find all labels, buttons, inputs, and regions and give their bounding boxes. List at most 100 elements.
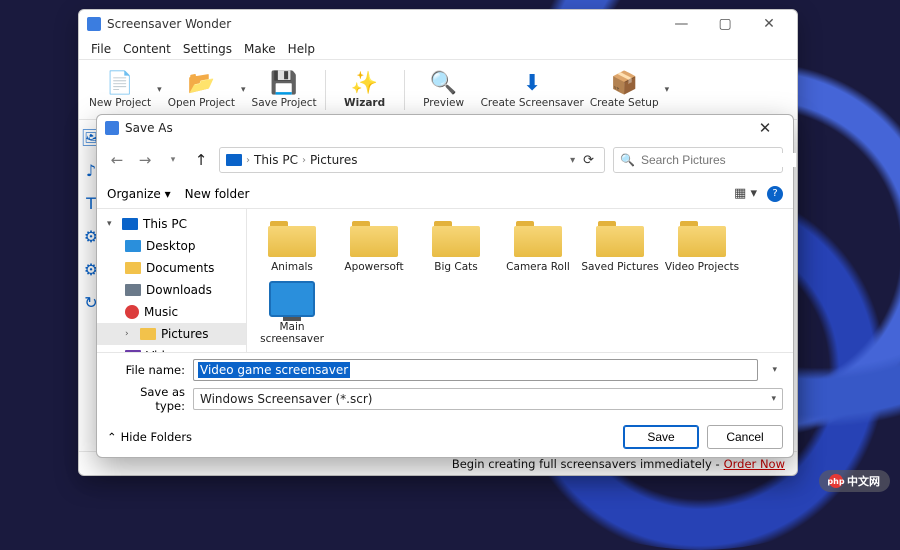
close-button[interactable]: ✕ (749, 16, 789, 32)
savetype-label: Save as type: (107, 385, 185, 413)
cancel-button[interactable]: Cancel (707, 425, 783, 449)
menu-content[interactable]: Content (119, 42, 175, 56)
create-screensaver-icon: ⬇ (523, 71, 541, 97)
folder-video-projects[interactable]: Video Projects (661, 219, 743, 273)
screensaver-icon (269, 281, 315, 317)
file-main-screensaver[interactable]: Main screensaver (251, 281, 333, 345)
save-project-label: Save Project (252, 97, 317, 109)
savetype-select[interactable]: Windows Screensaver (*.scr) ▾ (193, 388, 783, 410)
chevron-down-icon[interactable]: ▾ (241, 85, 246, 95)
wizard-icon: ✨ (351, 71, 378, 97)
create-setup-button[interactable]: 📦 Create Setup (590, 64, 659, 116)
save-button[interactable]: Save (623, 425, 699, 449)
view-options-button[interactable]: ▦ ▾ (734, 186, 757, 201)
menu-settings[interactable]: Settings (179, 42, 236, 56)
music-icon (125, 305, 139, 319)
savetype-value: Windows Screensaver (*.scr) (200, 392, 372, 406)
create-setup-label: Create Setup (590, 97, 659, 109)
chevron-down-icon[interactable]: ▾ (157, 85, 162, 95)
menu-file[interactable]: File (87, 42, 115, 56)
separator (404, 70, 405, 110)
watermark-text: 中文网 (847, 473, 880, 489)
folder-icon (350, 219, 398, 257)
sidebar-text-icon[interactable]: T (86, 194, 96, 213)
refresh-button[interactable]: ⟳ (579, 153, 598, 168)
desktop-icon (125, 240, 141, 252)
folder-apowersoft[interactable]: Apowersoft (333, 219, 415, 273)
chevron-down-icon[interactable]: ▾ (570, 155, 575, 166)
create-screensaver-label: Create Screensaver (481, 97, 584, 109)
nav-back-button[interactable]: ← (107, 150, 127, 170)
folder-saved-pictures[interactable]: Saved Pictures (579, 219, 661, 273)
filename-input[interactable]: Video game screensaver (193, 359, 758, 381)
wizard-button[interactable]: ✨ Wizard (334, 64, 396, 116)
help-button[interactable]: ? (767, 186, 783, 202)
tree-desktop[interactable]: Desktop (97, 235, 246, 257)
folder-icon (432, 219, 480, 257)
tree-documents[interactable]: Documents (97, 257, 246, 279)
chevron-right-icon: › (246, 155, 250, 166)
breadcrumb-pictures[interactable]: Pictures (310, 153, 358, 167)
new-project-label: New Project (89, 97, 151, 109)
breadcrumb[interactable]: › This PC › Pictures ▾ ⟳ (219, 147, 605, 173)
menu-make[interactable]: Make (240, 42, 280, 56)
folder-tree: ▾ This PC Desktop Documents Downloads Mu… (97, 209, 247, 352)
chevron-up-icon: ⌃ (107, 430, 117, 444)
pc-icon (226, 154, 242, 166)
nav-forward-button[interactable]: → (135, 150, 155, 170)
dialog-close-button[interactable]: ✕ (745, 119, 785, 137)
chevron-down-icon[interactable]: ▾ (665, 85, 670, 95)
app-icon (87, 17, 101, 31)
breadcrumb-this-pc[interactable]: This PC (254, 153, 298, 167)
folder-animals[interactable]: Animals (251, 219, 333, 273)
create-screensaver-button[interactable]: ⬇ Create Screensaver (481, 64, 584, 116)
folder-camera-roll[interactable]: Camera Roll (497, 219, 579, 273)
chevron-down-icon[interactable]: ▾ (766, 365, 783, 375)
chevron-down-icon: ▾ (771, 394, 776, 404)
save-project-icon: 💾 (270, 71, 297, 97)
dialog-navbar: ← → ▾ ↑ › This PC › Pictures ▾ ⟳ 🔍 (97, 141, 793, 179)
separator (325, 70, 326, 110)
organize-button[interactable]: Organize ▾ (107, 187, 171, 201)
new-folder-button[interactable]: New folder (185, 187, 250, 201)
filename-label: File name: (107, 363, 185, 377)
folder-icon (678, 219, 726, 257)
sidebar-music-icon[interactable]: ♪ (86, 161, 96, 180)
chevron-down-icon[interactable]: ▾ (107, 219, 117, 229)
tree-pictures[interactable]: › Pictures (97, 323, 246, 345)
tree-downloads[interactable]: Downloads (97, 279, 246, 301)
open-project-button[interactable]: 📂 Open Project (168, 64, 235, 116)
search-box[interactable]: 🔍 (613, 147, 783, 173)
open-project-icon: 📂 (188, 71, 215, 97)
dialog-toolbar: Organize ▾ New folder ▦ ▾ ? (97, 179, 793, 209)
minimize-button[interactable]: — (661, 16, 701, 32)
pc-icon (122, 218, 138, 230)
search-icon: 🔍 (620, 153, 635, 167)
folder-icon (514, 219, 562, 257)
nav-up-button[interactable]: ↑ (191, 150, 211, 170)
folder-icon (125, 262, 141, 274)
chevron-right-icon[interactable]: › (125, 329, 135, 339)
dialog-actions: ⌃ Hide Folders Save Cancel (97, 419, 793, 457)
app-title: Screensaver Wonder (107, 17, 231, 31)
folder-big-cats[interactable]: Big Cats (415, 219, 497, 273)
tree-videos[interactable]: Videos (97, 345, 246, 352)
php-logo-icon: php (829, 474, 843, 488)
menu-help[interactable]: Help (284, 42, 319, 56)
save-project-button[interactable]: 💾 Save Project (252, 64, 317, 116)
titlebar: Screensaver Wonder — ▢ ✕ (79, 10, 797, 38)
hide-folders-toggle[interactable]: ⌃ Hide Folders (107, 430, 192, 444)
order-now-link[interactable]: Order Now (724, 457, 785, 471)
search-input[interactable] (641, 153, 796, 167)
dialog-titlebar: Save As ✕ (97, 115, 793, 141)
maximize-button[interactable]: ▢ (705, 16, 745, 32)
tree-this-pc[interactable]: ▾ This PC (97, 213, 246, 235)
preview-button[interactable]: 🔍 Preview (413, 64, 475, 116)
download-icon (125, 284, 141, 296)
chevron-down-icon[interactable]: ▾ (163, 150, 183, 170)
dialog-title: Save As (125, 121, 173, 135)
folder-view[interactable]: Animals Apowersoft Big Cats Camera Roll … (247, 209, 793, 352)
filename-value: Video game screensaver (198, 362, 350, 378)
new-project-button[interactable]: 📄 New Project (89, 64, 151, 116)
tree-music[interactable]: Music (97, 301, 246, 323)
